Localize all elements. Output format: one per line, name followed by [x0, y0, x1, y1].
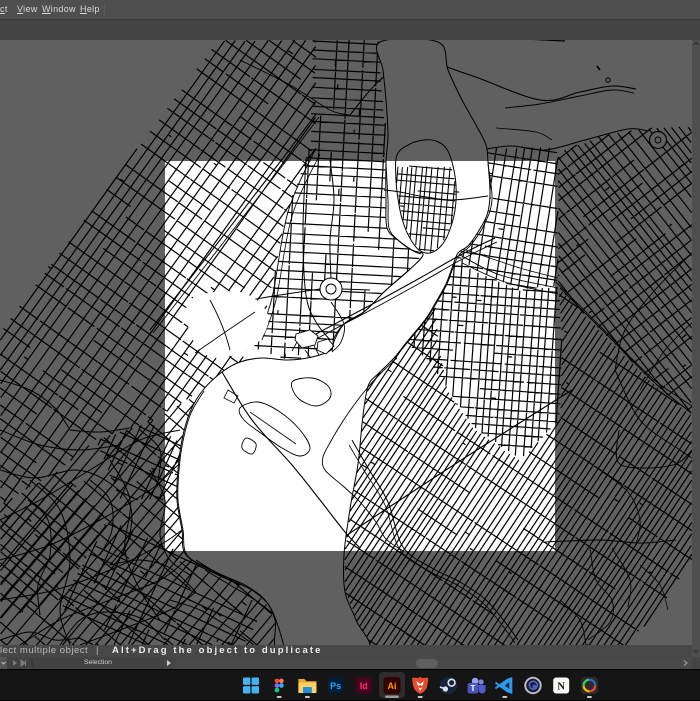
svg-text:Id: Id — [360, 681, 368, 691]
svg-text:Ps: Ps — [330, 681, 341, 691]
svg-text:N: N — [557, 682, 565, 693]
svg-text:T: T — [470, 684, 475, 693]
svg-text:Ai: Ai — [388, 681, 397, 691]
